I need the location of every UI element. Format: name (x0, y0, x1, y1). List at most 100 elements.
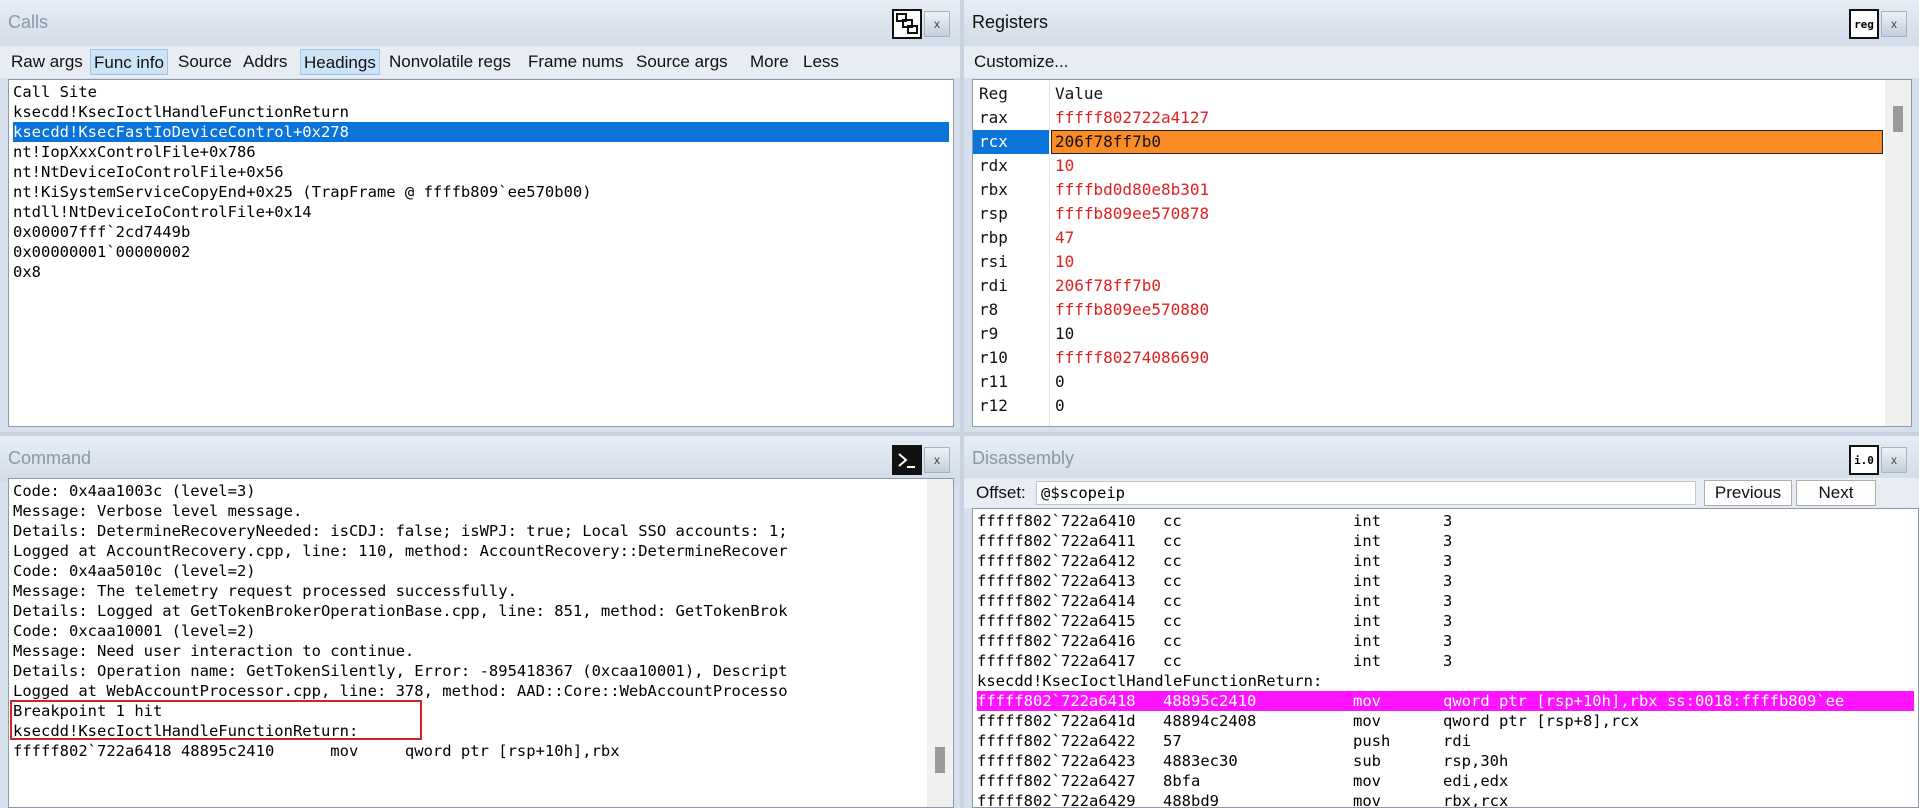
register-value[interactable]: ffffbd0d80e8b301 (1055, 180, 1209, 199)
register-row-rdx[interactable]: rdx 10 (973, 154, 1883, 178)
command-output-line: Logged at WebAccountProcessor.cpp, line:… (13, 682, 788, 700)
instruction-row[interactable]: fffff802`722a6410 cc int 3 (977, 511, 1914, 531)
instruction-row[interactable]: fffff802`722a6423 4883ec30 sub rsp,30h (977, 751, 1914, 771)
register-value[interactable]: 0 (1055, 372, 1065, 391)
disassembly-close-button[interactable]: x (1881, 447, 1907, 473)
disassembly-symbol-label[interactable]: ksecdd!KsecIoctlHandleFunctionReturn: (977, 671, 1914, 691)
toolbar-headings[interactable]: Headings (300, 49, 380, 75)
instruction-row[interactable]: fffff802`722a6412 cc int 3 (977, 551, 1914, 571)
instruction-args: 3 (1443, 632, 1453, 650)
registers-pane: Registers reg x Customize... Reg Value r… (964, 0, 1919, 432)
register-row-rdi[interactable]: rdi 206f78ff7b0 (973, 274, 1883, 298)
current-instruction-row[interactable]: fffff802`722a6418 48895c2410 mov qword ptr … (977, 691, 1914, 711)
toolbar-nonvolatile-regs[interactable]: Nonvolatile regs (386, 49, 514, 75)
register-value[interactable]: fffff80274086690 (1055, 348, 1209, 367)
command-scrollbar[interactable] (927, 479, 953, 807)
instruction-row[interactable]: fffff802`722a6411 cc int 3 (977, 531, 1914, 551)
registers-toolbar: Customize... (964, 46, 1919, 78)
registers-scrollbar[interactable] (1885, 80, 1911, 426)
instruction-row[interactable]: fffff802`722a641d 48894c2408 mov qword ptr … (977, 711, 1914, 731)
call-stack-list[interactable]: Call Site ksecdd!KsecIoctlHandleFunction… (8, 79, 954, 427)
instruction-op: int (1353, 512, 1381, 530)
disassembly-title: Disassembly (972, 448, 1075, 468)
instruction-row[interactable]: fffff802`722a6417 cc int 3 (977, 651, 1914, 671)
register-value[interactable]: 10 (1055, 252, 1074, 271)
call-frame-row[interactable]: ksecdd!KsecIoctlHandleFunctionReturn (13, 102, 949, 122)
toolbar-raw-args[interactable]: Raw args (8, 49, 86, 75)
register-row-rax[interactable]: rax fffff802722a4127 (973, 106, 1883, 130)
disassembly-view[interactable]: fffff802`722a6410 cc int 3 fffff802`722a6411… (972, 508, 1919, 808)
instruction-args: 3 (1443, 612, 1453, 630)
toolbar-less[interactable]: Less (800, 49, 842, 75)
instruction-row[interactable]: fffff802`722a6415 cc int 3 (977, 611, 1914, 631)
instruction-args: 3 (1443, 532, 1453, 550)
register-value[interactable]: 0 (1055, 396, 1065, 415)
instruction-row[interactable]: fffff802`722a6427 8bfa mov edi,edx (977, 771, 1914, 791)
register-row-rbx[interactable]: rbx ffffbd0d80e8b301 (973, 178, 1883, 202)
instruction-op: sub (1353, 752, 1381, 770)
toolbar-func-info[interactable]: Func info (90, 49, 168, 75)
command-output[interactable]: Code: 0x4aa1003c (level=3) Message: Verbo… (8, 478, 954, 808)
register-row-rbp[interactable]: rbp 47 (973, 226, 1883, 250)
customize-button[interactable]: Customize... (971, 49, 1071, 75)
calls-close-button[interactable]: x (924, 11, 950, 37)
call-frame-row[interactable]: 0x00000001`00000002 (13, 242, 949, 262)
call-frame-row[interactable]: ntdll!NtDeviceIoControlFile+0x14 (13, 202, 949, 222)
register-value[interactable]: 206f78ff7b0 (1055, 276, 1161, 295)
offset-input[interactable]: @$scopeip (1036, 481, 1696, 505)
register-value[interactable]: 10 (1055, 324, 1074, 343)
instruction-row[interactable]: fffff802`722a6414 cc int 3 (977, 591, 1914, 611)
call-frame-row[interactable]: 0x00007fff`2cd7449b (13, 222, 949, 242)
register-value[interactable]: 47 (1055, 228, 1074, 247)
calls-titlebar[interactable]: Calls x (0, 0, 960, 46)
instruction-row[interactable]: fffff802`722a6429 488bd9 mov rbx,rcx (977, 791, 1914, 807)
toolbar-source[interactable]: Source (175, 49, 235, 75)
call-site-header: Call Site (13, 83, 97, 101)
toolbar-more[interactable]: More (747, 49, 792, 75)
register-row-rsi[interactable]: rsi 10 (973, 250, 1883, 274)
call-frame-row[interactable]: nt!IopXxxControlFile+0x786 (13, 142, 949, 162)
register-row-r11[interactable]: r11 0 (973, 370, 1883, 394)
instruction-bytes: 48895c2410 (1163, 692, 1257, 710)
register-name: rax (979, 108, 1008, 127)
command-close-button[interactable]: x (924, 447, 950, 473)
toolbar-source-args[interactable]: Source args (633, 49, 731, 75)
instruction-row[interactable]: fffff802`722a6413 cc int 3 (977, 571, 1914, 591)
instruction-row[interactable]: fffff802`722a6422 57 push rdi (977, 731, 1914, 751)
register-row-r10[interactable]: r10 fffff80274086690 (973, 346, 1883, 370)
instruction-addr: fffff802`722a6411 (977, 532, 1136, 550)
disassembly-icon-label: i.0 (1854, 453, 1874, 467)
disassembly-titlebar[interactable]: Disassembly i.0 x (964, 436, 1919, 482)
registers-list[interactable]: Reg Value rax fffff802722a4127 rcx 206f78ff… (972, 79, 1912, 427)
instruction-op: mov (1353, 712, 1381, 730)
register-value[interactable]: ffffb809ee570878 (1055, 204, 1209, 223)
call-frame-row[interactable]: nt!KiSystemServiceCopyEnd+0x25 (TrapFram… (13, 182, 949, 202)
command-output-line: Code: 0x4aa5010c (level=2) (13, 562, 256, 580)
register-value[interactable]: 10 (1055, 156, 1074, 175)
register-name: rbx (979, 180, 1008, 199)
instruction-op: mov (1353, 692, 1381, 710)
command-titlebar[interactable]: Command x (0, 436, 960, 482)
call-frame-row[interactable]: nt!NtDeviceIoControlFile+0x56 (13, 162, 949, 182)
register-value[interactable]: fffff802722a4127 (1055, 108, 1209, 127)
registers-scroll-thumb[interactable] (1893, 106, 1903, 132)
previous-button[interactable]: Previous (1704, 480, 1792, 506)
registers-titlebar[interactable]: Registers reg x (964, 0, 1919, 46)
next-button[interactable]: Next (1796, 480, 1876, 506)
registers-close-button[interactable]: x (1881, 11, 1907, 37)
register-value[interactable]: ffffb809ee570880 (1055, 300, 1209, 319)
toolbar-addrs[interactable]: Addrs (240, 49, 290, 75)
register-value[interactable]: 206f78ff7b0 (1055, 132, 1161, 151)
register-row-rcx[interactable]: rcx 206f78ff7b0 (973, 130, 1883, 154)
call-frame-row[interactable]: 0x8 (13, 262, 949, 282)
call-frame-row[interactable]: ksecdd!KsecFastIoDeviceControl+0x278 (13, 122, 949, 142)
register-row-r9[interactable]: r9 10 (973, 322, 1883, 346)
instruction-row[interactable]: fffff802`722a6416 cc int 3 (977, 631, 1914, 651)
register-row-r12[interactable]: r12 0 (973, 394, 1883, 418)
command-output-line: fffff802`722a6418 48895c2410 mov qword p… (13, 742, 620, 760)
register-row-r8[interactable]: r8 ffffb809ee570880 (973, 298, 1883, 322)
col-reg-header: Reg (979, 84, 1008, 103)
toolbar-frame-nums[interactable]: Frame nums (525, 49, 626, 75)
register-row-rsp[interactable]: rsp ffffb809ee570878 (973, 202, 1883, 226)
command-scroll-thumb[interactable] (935, 747, 945, 773)
